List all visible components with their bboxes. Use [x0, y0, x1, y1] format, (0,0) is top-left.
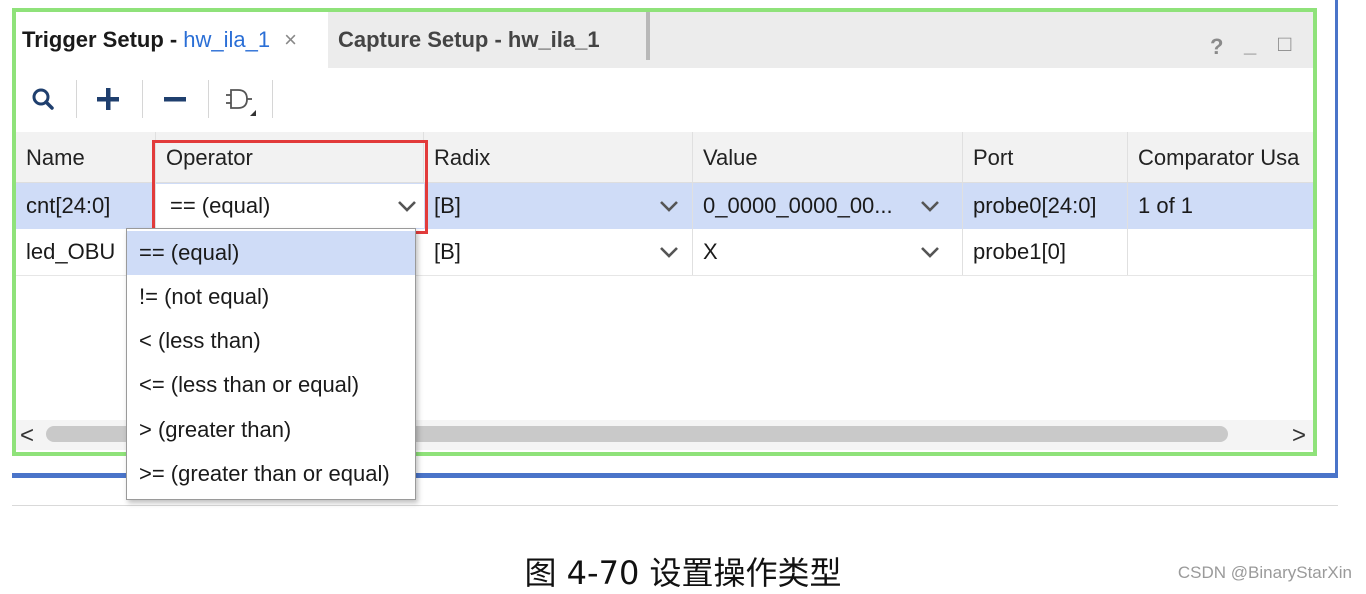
- column-header-port[interactable]: Port: [963, 132, 1128, 182]
- divider: [12, 505, 1338, 506]
- option-less-than[interactable]: < (less than): [127, 319, 415, 363]
- cell-port: probe0[24:0]: [963, 183, 1128, 229]
- cell-name: cnt[24:0]: [16, 183, 156, 229]
- toolbar-separator: [76, 80, 77, 118]
- tab-trigger-setup[interactable]: Trigger Setup - hw_ila_1 ×: [16, 12, 328, 68]
- value-select[interactable]: 0_0000_0000_00...: [693, 183, 963, 229]
- scroll-right-icon[interactable]: >: [1292, 422, 1306, 450]
- chevron-down-icon[interactable]: [396, 196, 418, 216]
- operator-dropdown-list: == (equal) != (not equal) < (less than) …: [126, 228, 416, 500]
- chevron-down-icon[interactable]: [919, 196, 941, 216]
- column-header-name[interactable]: Name: [16, 132, 156, 182]
- column-header-operator[interactable]: Operator: [156, 132, 424, 182]
- toolbar: [16, 68, 1313, 130]
- add-icon[interactable]: [91, 82, 125, 116]
- option-less-than-or-equal[interactable]: <= (less than or equal): [127, 363, 415, 407]
- cell-comparator: [1128, 229, 1313, 275]
- tab-trigger-setup-ila: hw_ila_1: [183, 27, 271, 52]
- minimize-icon[interactable]: _: [1244, 32, 1256, 58]
- option-not-equal[interactable]: != (not equal): [127, 275, 415, 319]
- tab-capture-setup[interactable]: Capture Setup - hw_ila_1: [338, 12, 646, 68]
- scroll-left-icon[interactable]: <: [20, 422, 34, 450]
- tab-trigger-setup-label: Trigger Setup -: [22, 27, 178, 52]
- table-header: Name Operator Radix Value Port Comparato…: [16, 132, 1313, 183]
- radix-select[interactable]: [B]: [424, 229, 693, 275]
- option-greater-than-or-equal[interactable]: >= (greater than or equal): [127, 452, 415, 496]
- cell-radix: [B]: [434, 239, 461, 264]
- operator-select[interactable]: == (equal): [156, 184, 424, 228]
- chevron-down-icon[interactable]: [658, 196, 680, 216]
- toolbar-separator: [208, 80, 209, 118]
- close-icon[interactable]: ×: [284, 27, 297, 53]
- tab-separator: [646, 12, 650, 60]
- figure-caption: 图 4-70 设置操作类型: [524, 554, 842, 592]
- chevron-down-icon[interactable]: [919, 242, 941, 262]
- column-header-comparator[interactable]: Comparator Usa: [1128, 132, 1313, 182]
- cell-comparator: 1 of 1: [1138, 193, 1194, 218]
- search-icon[interactable]: [26, 82, 60, 116]
- column-header-value[interactable]: Value: [693, 132, 963, 182]
- chevron-down-icon[interactable]: [658, 242, 680, 262]
- cell-value: X: [703, 239, 718, 264]
- radix-select[interactable]: [B]: [424, 183, 693, 229]
- cell-value: 0_0000_0000_00...: [703, 193, 893, 218]
- maximize-icon[interactable]: □: [1278, 31, 1291, 57]
- option-equal[interactable]: == (equal): [127, 231, 415, 275]
- column-header-radix[interactable]: Radix: [424, 132, 693, 182]
- tab-capture-setup-label: Capture Setup - hw_ila_1: [338, 27, 600, 52]
- value-select[interactable]: X: [693, 229, 963, 275]
- tab-bar: Trigger Setup - hw_ila_1 × Capture Setup…: [16, 12, 1313, 68]
- operator-selected-value: == (equal): [170, 193, 271, 218]
- remove-icon[interactable]: [158, 82, 192, 116]
- toolbar-separator: [142, 80, 143, 118]
- help-icon[interactable]: ?: [1210, 34, 1223, 60]
- cell-port: probe1[0]: [963, 229, 1128, 275]
- cell-radix: [B]: [434, 193, 461, 218]
- toolbar-separator: [272, 80, 273, 118]
- logic-gate-icon[interactable]: [222, 82, 256, 116]
- option-greater-than[interactable]: > (greater than): [127, 408, 415, 452]
- watermark: CSDN @BinaryStarXin: [1177, 563, 1352, 582]
